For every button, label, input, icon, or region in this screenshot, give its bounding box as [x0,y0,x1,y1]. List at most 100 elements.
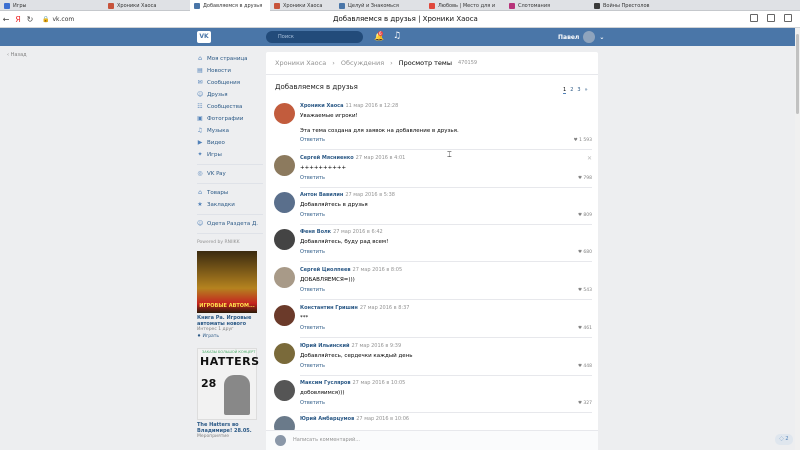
browser-tab[interactable]: Целуй и Знакомься [335,0,420,11]
like-button[interactable]: ♥ 680 [578,250,592,255]
ad-title[interactable]: The Hatters во Владимире! 28.05. [197,422,263,434]
scrollbar[interactable] [795,28,800,450]
sidebar-item[interactable]: ⌂ Моя страница [197,53,263,65]
comment-date[interactable]: 27 мар 2016 в 6:42 [333,229,383,235]
yandex-icon[interactable]: Я [12,15,24,24]
back-arrow-icon[interactable]: ← [0,15,12,24]
comment-date[interactable]: 27 мар 2016 в 8:37 [360,305,410,311]
page-1[interactable]: 1 [563,87,567,94]
like-button[interactable]: ♥ 448 [578,364,592,369]
comment-date[interactable]: 27 мар 2016 в 8:05 [353,267,403,273]
browser-tab[interactable]: Любовь | Место для и [425,0,505,11]
comment-date[interactable]: 11 мар 2016 в 12:28 [345,103,398,109]
sidebar-item[interactable]: ☷ Сообщества [197,101,263,113]
user-menu[interactable]: Павел ⌄ [558,31,604,43]
ad-image-2[interactable]: ЗАКАЗЫ БОЛЬШОЙ КОНЦЕРТ HATTERS 28 [197,348,259,420]
author-name[interactable]: Юрий Амбарцумов [300,416,354,422]
avatar[interactable] [274,103,295,124]
page-3[interactable]: 3 [577,87,580,94]
author-name[interactable]: Антон Вавилин [300,192,343,198]
comment-author[interactable]: Сергей Циолпеев 27 мар 2016 в 8:05 [300,267,402,273]
comment-author[interactable]: Юрий Ильинский 27 мар 2016 в 9:39 [300,343,401,349]
sidebar-item[interactable]: ✦ Игры [197,149,263,161]
ad-play-link[interactable]: ♦ Играть [197,333,263,340]
like-button[interactable]: ♥ 809 [578,213,592,218]
browser-tab[interactable]: Хроники Хаоса [104,0,184,11]
avatar[interactable] [274,229,295,250]
avatar[interactable] [274,155,295,176]
sidebar-item[interactable]: ⌂ Товары [197,187,263,199]
author-name[interactable]: Феня Волк [300,229,331,235]
reply-link[interactable]: Ответить [300,137,325,143]
search-input[interactable]: Поиск [266,31,363,43]
browser-tab[interactable]: Игры [0,0,60,11]
page-next[interactable]: » [585,87,588,94]
comment-date[interactable]: 27 мар 2016 в 10:06 [356,416,409,422]
crumb-group[interactable]: Хроники Хаоса [275,59,326,67]
reply-link[interactable]: Ответить [300,249,325,255]
chat-button[interactable]: ◌ 2 [775,434,793,445]
browser-tab[interactable]: Войны Престолов [590,0,670,11]
comment-author[interactable]: Антон Вавилин 27 мар 2016 в 5:38 [300,192,395,198]
comment-author[interactable]: Константин Гришин 27 мар 2016 в 8:37 [300,305,409,311]
like-button[interactable]: ♥ 798 [578,176,592,181]
ad-image-1[interactable]: ИГРОВЫЕ АВТОМ... [197,251,257,313]
bookmark-icon[interactable] [750,14,758,22]
author-name[interactable]: Хроники Хаоса [300,103,343,109]
comment-author[interactable]: Юрий Амбарцумов 27 мар 2016 в 10:06 [300,416,409,422]
author-name[interactable]: Юрий Ильинский [300,343,350,349]
sidebar-item[interactable]: ☺ Одета Раздета Д. [197,218,263,230]
sidebar-item[interactable]: ▶ Видео [197,137,263,149]
ad-title[interactable]: Книга Ра. Игровые автоматы нового [197,315,263,327]
comment-author[interactable]: Максим Гусляров 27 мар 2016 в 10:05 [300,380,405,386]
sidebar-item[interactable]: ✉ Сообщения [197,77,263,89]
avatar[interactable] [274,380,295,401]
sidebar-item[interactable]: ▣ Фотографии [197,113,263,125]
back-link[interactable]: ‹ Назад [7,52,27,58]
comment-author[interactable]: Сергей Мясниенко 27 мар 2016 в 4:01 [300,155,405,161]
like-button[interactable]: ♥ 1 593 [574,138,592,143]
comment-date[interactable]: 27 мар 2016 в 9:39 [352,343,402,349]
sidebar-item[interactable]: ◎ VK Pay [197,168,263,180]
sidebar-item[interactable]: ▤ Новости [197,65,263,77]
reply-link[interactable]: Ответить [300,175,325,181]
comment-input[interactable]: Написать комментарий... [293,437,360,443]
crumb-discussions[interactable]: Обсуждения [341,59,384,67]
download-icon[interactable] [767,14,775,22]
comment-date[interactable]: 27 мар 2016 в 4:01 [356,155,406,161]
sidebar-item[interactable]: ♫ Музыка [197,125,263,137]
like-button[interactable]: ♥ 327 [578,401,592,406]
comment-date[interactable]: 27 мар 2016 в 5:38 [345,192,395,198]
author-name[interactable]: Максим Гусляров [300,380,351,386]
browser-tab[interactable]: Добавляемся в друзья [190,0,270,11]
browser-tab[interactable]: Слотомания [505,0,585,11]
sidebar-item[interactable]: ★ Закладки [197,199,263,211]
reply-link[interactable]: Ответить [300,325,325,331]
close-icon[interactable]: ✕ [587,155,592,162]
scrollbar-thumb[interactable] [796,34,799,114]
reply-link[interactable]: Ответить [300,212,325,218]
vk-logo-icon[interactable]: VK [197,31,211,43]
comment-composer[interactable]: Написать комментарий... [266,430,598,450]
avatar[interactable] [274,267,295,288]
avatar[interactable] [274,343,295,364]
avatar[interactable] [274,192,295,213]
url-field[interactable]: 🔒 vk.com [42,16,74,23]
sidebar-item[interactable]: ☺ Друзья [197,89,263,101]
author-name[interactable]: Сергей Циолпеев [300,267,351,273]
reply-link[interactable]: Ответить [300,400,325,406]
comment-author[interactable]: Хроники Хаоса 11 мар 2016 в 12:28 [300,103,398,109]
comment-date[interactable]: 27 мар 2016 в 10:05 [353,380,406,386]
author-name[interactable]: Константин Гришин [300,305,358,311]
menu-icon[interactable] [784,14,792,22]
author-name[interactable]: Сергей Мясниенко [300,155,354,161]
page-2[interactable]: 2 [570,87,573,94]
like-button[interactable]: ♥ 461 [578,326,592,331]
music-icon[interactable]: ♫ [393,31,401,41]
like-button[interactable]: ♥ 543 [578,288,592,293]
reply-link[interactable]: Ответить [300,363,325,369]
reply-link[interactable]: Ответить [300,287,325,293]
avatar[interactable] [274,305,295,326]
comment-author[interactable]: Феня Волк 27 мар 2016 в 6:42 [300,229,383,235]
reload-icon[interactable]: ↻ [24,15,36,24]
